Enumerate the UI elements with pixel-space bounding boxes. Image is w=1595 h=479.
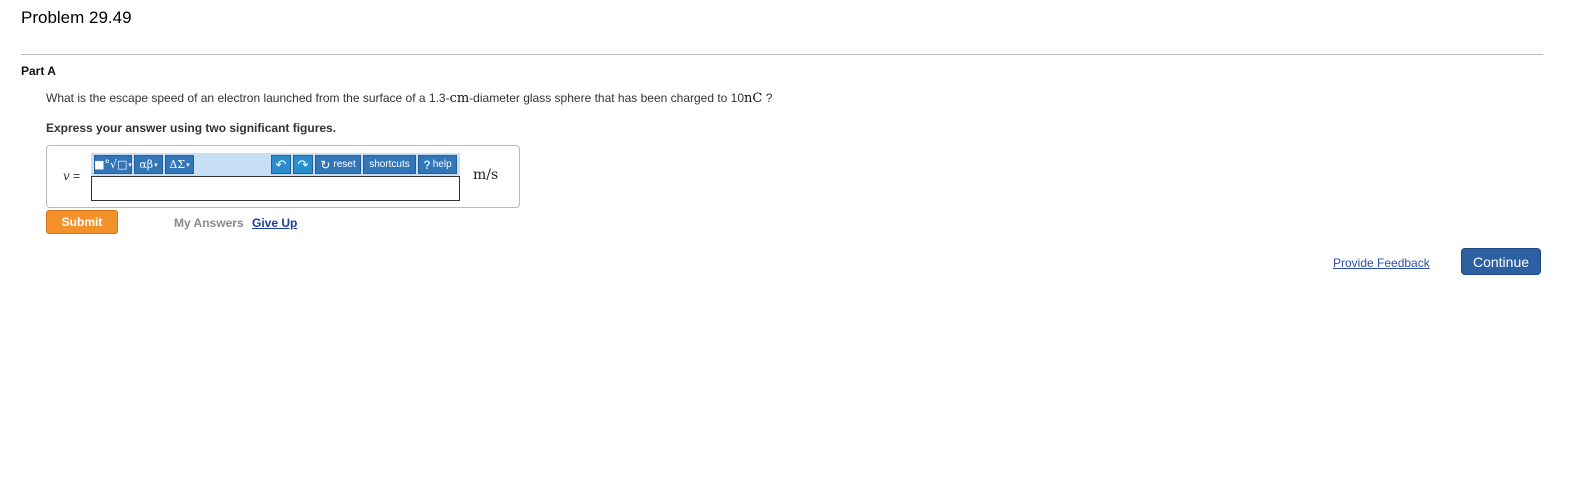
shortcuts-label: shortcuts <box>369 159 410 170</box>
templates-button[interactable]: ■°√□ ▾ <box>94 155 132 174</box>
undo-button[interactable]: ↶ <box>271 155 291 174</box>
greek-icon: αβ <box>139 158 154 171</box>
variable-symbol: v <box>63 169 70 183</box>
redo-icon: ↷ <box>297 156 309 172</box>
chevron-down-icon: ▾ <box>154 160 158 169</box>
part-label: Part A <box>21 64 56 78</box>
equals-sign: = <box>69 169 81 183</box>
question-unit-nc: nC <box>744 91 763 106</box>
help-icon: ? <box>423 157 431 172</box>
answer-unit: m/s <box>473 167 499 183</box>
reset-button[interactable]: ↻ reset <box>315 155 361 174</box>
help-button[interactable]: ? help <box>418 155 457 174</box>
my-answers-label: My Answers <box>174 216 244 230</box>
symbols-icon: ΔΣ <box>169 158 186 171</box>
chevron-down-icon: ▾ <box>186 160 190 169</box>
submit-button[interactable]: Submit <box>46 210 118 234</box>
give-up-link[interactable]: Give Up <box>252 216 297 230</box>
question-text-end: ? <box>762 91 773 105</box>
answer-variable-label: v = <box>63 169 80 183</box>
question-text-start: What is the escape speed of an electron … <box>46 91 450 105</box>
reset-icon: ↻ <box>320 157 331 172</box>
reset-label: reset <box>333 159 356 170</box>
title-divider <box>21 54 1543 55</box>
templates-icon: ■°√□ <box>94 158 128 171</box>
answer-input[interactable] <box>91 176 460 201</box>
symbols-button[interactable]: ΔΣ ▾ <box>165 155 194 174</box>
chevron-down-icon: ▾ <box>128 160 132 169</box>
problem-title: Problem 29.49 <box>21 8 132 27</box>
question-unit-cm: cm <box>449 91 470 106</box>
question-text-middle: -diameter glass sphere that has been cha… <box>469 91 745 105</box>
greek-letters-button[interactable]: αβ ▾ <box>134 155 163 174</box>
shortcuts-button[interactable]: shortcuts <box>363 155 416 174</box>
math-toolbar: ■°√□ ▾ αβ ▾ ΔΣ ▾ ↶ ↷ ↻ reset shortcuts ? help <box>91 153 460 176</box>
undo-icon: ↶ <box>275 156 287 172</box>
instruction-text: Express your answer using two significan… <box>46 121 337 135</box>
redo-button[interactable]: ↷ <box>293 155 313 174</box>
continue-button[interactable]: Continue <box>1461 248 1541 275</box>
question-text: What is the escape speed of an electron … <box>46 91 772 106</box>
provide-feedback-link[interactable]: Provide Feedback <box>1333 256 1430 270</box>
help-label: help <box>432 159 452 170</box>
